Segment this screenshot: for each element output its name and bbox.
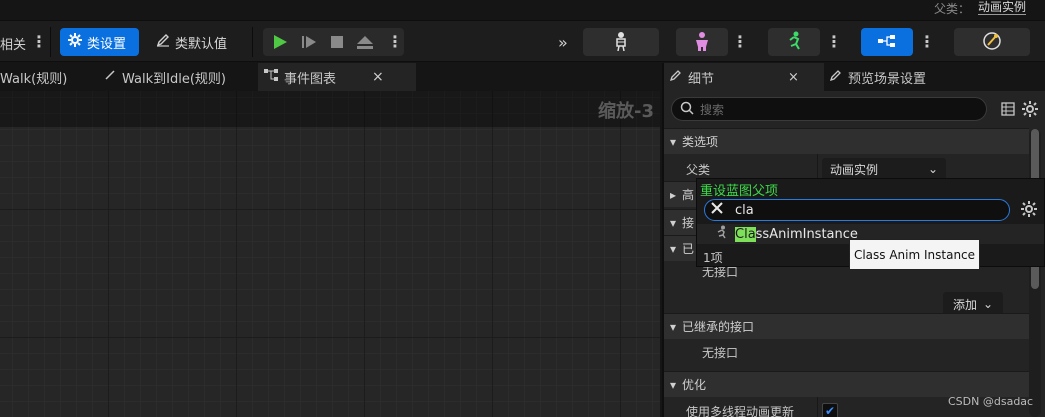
clear-search-icon[interactable] [711, 202, 723, 218]
play-options-icon[interactable]: ⋮ [387, 33, 403, 51]
class-settings-button[interactable]: 类设置 [60, 28, 139, 56]
chevron-down-icon: ▾ [670, 215, 677, 230]
category-label: 类选项 [682, 135, 719, 149]
match-highlight: Cla [735, 226, 756, 242]
graph-nodes-icon [877, 33, 897, 52]
event-graph-canvas[interactable]: 缩放-3 [0, 91, 660, 417]
document-tabs: Walk(规则) Walk到Idle(规则) 事件图表 × [0, 63, 660, 91]
play-icon[interactable] [272, 34, 288, 53]
more-options-icon[interactable]: ⋮ [31, 33, 47, 51]
close-tab-icon[interactable]: × [788, 70, 799, 85]
class-result-label: ClassAnimInstance [735, 226, 858, 242]
column-divider [817, 397, 818, 417]
class-defaults-label: 类默认值 [175, 36, 228, 52]
title-strip: 父类： 动画实例 [0, 0, 1045, 20]
skeleton-icon [613, 31, 629, 54]
zoom-level: 缩放-3 [598, 101, 654, 122]
picker-settings-icon[interactable] [1021, 201, 1037, 220]
character-mesh-icon [693, 31, 711, 54]
checkmark-icon: ✔ [824, 404, 836, 417]
parent-class-label: 父类 [686, 163, 711, 177]
blueprint-options-icon[interactable]: ⋮ [919, 33, 935, 51]
event-graph-icon [264, 69, 278, 85]
category-label: 优化 [682, 378, 707, 392]
search-placeholder: 搜索 [700, 102, 725, 117]
popup-title: 重设蓝图父项 [700, 184, 779, 199]
class-search-input[interactable]: cla [704, 199, 1010, 221]
tab-label: 细节 [688, 71, 715, 87]
parent-class-link[interactable]: 动画实例 [978, 0, 1027, 15]
chevron-down-icon: ▾ [670, 134, 677, 149]
chevron-down-icon: ▾ [670, 319, 677, 334]
mesh-options-icon[interactable]: ⋮ [732, 33, 748, 51]
stop-icon[interactable] [329, 34, 345, 53]
chevron-down-icon: ▾ [670, 241, 677, 256]
match-rest: ssAnimInstance [755, 226, 858, 242]
chevron-down-icon: ⌄ [982, 297, 994, 311]
no-interface-text: 无接口 [702, 346, 739, 360]
category-optimization[interactable]: ▾ 优化 [664, 371, 1029, 397]
add-label: 添加 [952, 297, 977, 312]
transition-icon [104, 69, 116, 85]
physics-mode-button[interactable] [954, 28, 1030, 56]
class-settings-label: 类设置 [87, 36, 127, 52]
column-divider [817, 154, 818, 180]
search-icon [680, 101, 694, 118]
eject-icon[interactable] [356, 34, 374, 53]
related-label[interactable]: 相关 [0, 34, 26, 53]
chevron-down-icon: ▾ [670, 377, 677, 392]
animation-options-icon[interactable]: ⋮ [826, 33, 842, 51]
tab-label: 预览场景设置 [848, 71, 927, 87]
physics-icon [982, 31, 1002, 54]
tab-walk-to-idle-rule[interactable]: Walk到Idle(规则) [100, 63, 254, 91]
anim-instance-icon [715, 225, 729, 243]
tab-label: Walk(规则) [0, 71, 68, 87]
tab-preview-scene-settings[interactable]: 预览场景设置 [824, 63, 964, 91]
class-tooltip: Class Anim Instance [849, 239, 980, 270]
blueprint-mode-button[interactable] [861, 28, 913, 56]
chevron-down-icon: ⌄ [927, 162, 938, 176]
gear-icon [68, 33, 82, 51]
class-defaults-button[interactable]: 类默认值 [148, 28, 227, 56]
chevron-right-icon: ▸ [670, 187, 677, 202]
tab-walk-rule[interactable]: Walk(规则) [0, 63, 95, 91]
parent-class-caption: 父类： [934, 2, 971, 16]
main-toolbar: 相关 ⋮ 类设置 类默认值 ⋮ » ⋮ ⋮ ⋮ [0, 20, 1045, 62]
category-label: 高 [682, 188, 695, 202]
tab-label: 事件图表 [284, 71, 337, 87]
graph-header-bar [0, 91, 660, 127]
pencil-icon [669, 69, 682, 85]
watermark: CSDN @dsadac [948, 395, 1034, 408]
play-controls: ⋮ [263, 28, 404, 56]
result-count: 1项 [703, 251, 723, 265]
panel-tabs: 细节 × 预览场景设置 [664, 63, 1045, 91]
category-label: 接 [682, 216, 695, 230]
parent-class-value: 动画实例 [830, 162, 879, 177]
toolbar-divider [50, 27, 51, 57]
mesh-mode-button[interactable] [676, 28, 728, 56]
table-view-icon[interactable] [998, 99, 1018, 119]
category-inherited-interfaces[interactable]: ▾ 已继承的接口 [664, 313, 1029, 339]
expand-toolbar-icon[interactable]: » [558, 33, 568, 52]
skeleton-mode-button[interactable] [583, 28, 659, 56]
parent-class-dropdown[interactable]: 动画实例 ⌄ [822, 158, 946, 180]
animation-mode-button[interactable] [768, 28, 820, 56]
search-value: cla [735, 202, 754, 218]
step-icon[interactable] [301, 34, 317, 53]
category-label: 已继承的接口 [682, 320, 755, 334]
settings-gear-icon[interactable] [1020, 99, 1040, 119]
pencil-icon [829, 69, 842, 85]
details-search-input[interactable]: 搜索 [671, 97, 987, 121]
toolbar-divider [252, 27, 253, 57]
running-figure-icon [785, 31, 803, 54]
close-tab-icon[interactable]: × [372, 69, 384, 85]
tab-details[interactable]: 细节 × [664, 63, 824, 91]
category-label: 已 [682, 242, 695, 256]
tab-event-graph[interactable]: 事件图表 × [258, 63, 416, 91]
multithread-update-checkbox[interactable]: ✔ [822, 403, 838, 417]
multithread-update-label: 使用多线程动画更新 [686, 405, 795, 417]
pencil-icon [156, 33, 170, 51]
tab-label: Walk到Idle(规则) [122, 71, 226, 87]
category-class-options[interactable]: ▾ 类选项 [664, 128, 1029, 154]
